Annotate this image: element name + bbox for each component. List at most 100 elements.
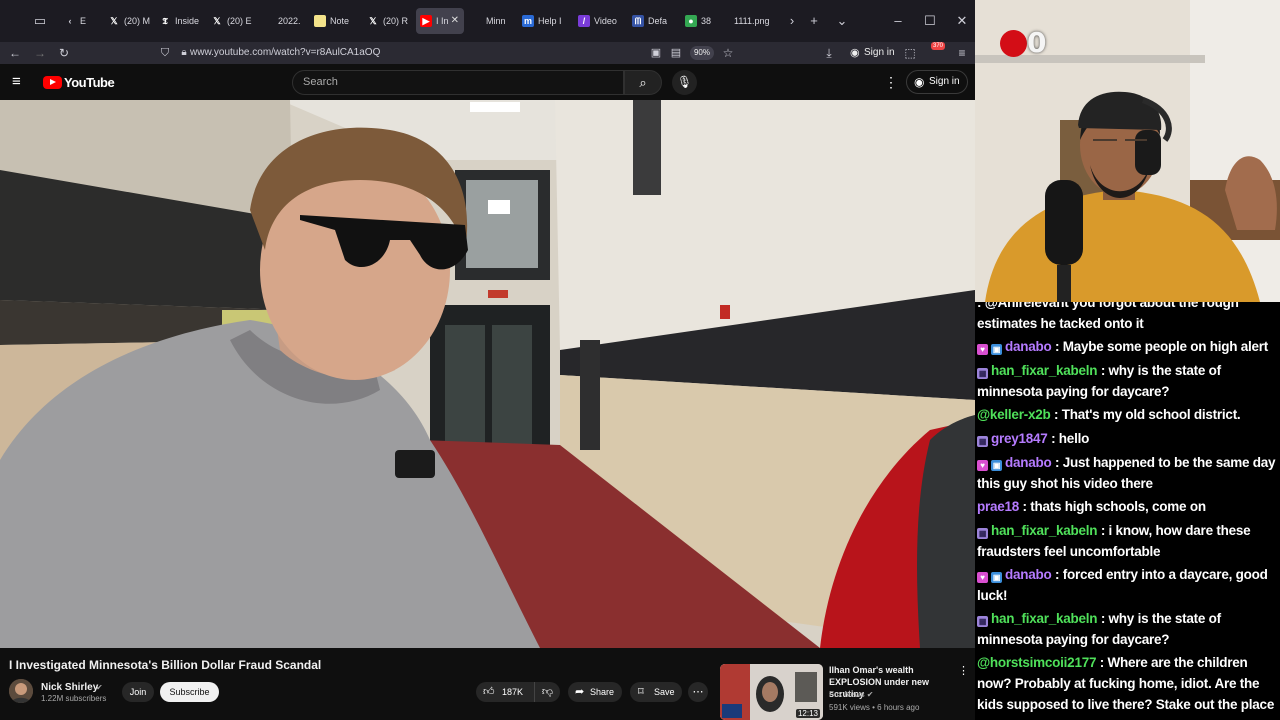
browser-tab[interactable]: 𝕏 (20) M: [104, 8, 152, 34]
sign-in-label: Sign in: [929, 76, 960, 87]
bookmark-icon: ⌑: [638, 686, 644, 698]
browser-tab[interactable]: 1111.png: [714, 8, 778, 34]
member-badge-icon: ▦: [977, 528, 988, 539]
tab-label: Minn: [486, 16, 506, 26]
chat-username[interactable]: grey1847: [991, 431, 1051, 446]
more-actions-button[interactable]: ⋯: [688, 682, 708, 702]
shield-icon[interactable]: ⛉: [156, 44, 174, 62]
browser-account-button[interactable]: ◉ Sign in: [850, 44, 895, 62]
extensions-icon[interactable]: ⬚: [901, 44, 919, 62]
browser-tab[interactable]: 𝕿 Inside: [155, 8, 203, 34]
tab-label: (20) M: [124, 16, 151, 26]
browser-tab[interactable]: / Video: [574, 8, 626, 34]
join-button[interactable]: Join: [122, 682, 154, 702]
maximize-icon[interactable]: ☐: [920, 11, 940, 31]
browser-signin-label: Sign in: [864, 47, 895, 58]
tab-label: I In: [436, 16, 449, 26]
minimize-icon[interactable]: –: [888, 11, 908, 31]
youtube-header: ≡ YouTube Search ⌕ 🎙︎ ⋮ ◉ Sign in: [0, 64, 975, 100]
chat-text: : thats high schools, come on: [1022, 499, 1207, 514]
thumbs-down-icon: 👎︎: [541, 686, 554, 698]
camera-badge-icon: ▣: [991, 460, 1002, 471]
browser-tab[interactable]: ‹ E: [60, 8, 100, 34]
recommended-menu-icon[interactable]: ⋮: [958, 664, 969, 677]
chat-username[interactable]: han_fixar_kabeln: [991, 523, 1101, 538]
video-title: I Investigated Minnesota's Billion Dolla…: [9, 658, 322, 672]
chat-username[interactable]: @horstsimcoii2177: [977, 655, 1100, 670]
browser-tab[interactable]: 2022.: [258, 8, 306, 34]
note-favicon-icon: [314, 15, 326, 27]
save-label: Save: [654, 687, 675, 697]
chat-username[interactable]: danabo: [1005, 567, 1055, 582]
recommended-channel[interactable]: Fox News ✔: [829, 690, 874, 699]
zoom-level[interactable]: 90%: [690, 46, 714, 60]
chat-username[interactable]: han_fixar_kabeln: [991, 363, 1101, 378]
chat-text: : That's my old school district.: [1053, 407, 1241, 422]
browser-tab[interactable]: Note: [310, 8, 360, 34]
close-window-icon[interactable]: ✕: [952, 11, 972, 31]
chat-message: : @Anirelevant you forgot about the roug…: [977, 302, 1277, 334]
reader-view-icon[interactable]: ▤: [667, 44, 685, 62]
tab-label: Note: [330, 16, 350, 26]
tab-overflow-chevron-icon[interactable]: ⌄: [832, 11, 852, 31]
browser-tab[interactable]: 𝕏 (20) E: [207, 8, 255, 34]
picture-in-picture-icon[interactable]: ▣: [647, 44, 665, 62]
subscriber-count: 1.22M subscribers: [41, 694, 107, 703]
dislike-button[interactable]: 👎︎: [534, 682, 560, 702]
subscribe-button[interactable]: Subscribe: [160, 682, 219, 702]
account-icon: ◉: [850, 47, 860, 59]
browser-tab[interactable]: m Help I: [518, 8, 570, 34]
tab-list-icon[interactable]: ▭: [30, 11, 50, 31]
bookmark-star-icon[interactable]: ☆: [719, 44, 737, 62]
chat-username[interactable]: han_fixar_kabeln: [991, 611, 1101, 626]
guide-menu-icon[interactable]: ≡: [12, 73, 30, 91]
like-dislike-group: 👍︎ 187K 👎︎: [476, 682, 560, 702]
share-label: Share: [590, 687, 615, 697]
avatar-image: [9, 679, 33, 703]
share-button[interactable]: ➦ Share: [568, 682, 622, 702]
chat-message: ▦ han_fixar_kabeln : why is the state of …: [977, 360, 1277, 402]
forward-icon[interactable]: →: [31, 44, 49, 62]
youtube-favicon-icon: ▶: [420, 15, 432, 27]
chat-username[interactable]: @keller-x2b: [977, 407, 1054, 422]
search-button[interactable]: ⌕: [624, 70, 662, 95]
downloads-icon[interactable]: ⤓: [820, 44, 838, 62]
browser-tab[interactable]: ᗰ Defa: [628, 8, 678, 34]
save-button[interactable]: ⌑ Save: [630, 682, 682, 702]
tab-label: Inside: [175, 16, 200, 26]
channel-name[interactable]: Nick Shirley: [41, 682, 98, 693]
heart-badge-icon: ♥: [977, 344, 988, 355]
sign-in-button[interactable]: ◉ Sign in: [906, 70, 968, 94]
chat-text: : hello: [1051, 431, 1090, 446]
channel-avatar[interactable]: [9, 679, 33, 703]
nyt-favicon-icon: 𝕿: [162, 16, 168, 26]
browser-tab[interactable]: ▶ I In ✕: [416, 8, 464, 34]
like-button[interactable]: 👍︎ 187K: [476, 682, 531, 702]
address-bar[interactable]: www.youtube.com/watch?v=r8AulCA1aOQ: [190, 44, 690, 62]
tab-label: 1111.png: [734, 16, 770, 26]
chat-text: : @Anirelevant you forgot about the roug…: [977, 302, 1239, 331]
browser-tab[interactable]: 𝕏 (20) R: [363, 8, 413, 34]
heart-badge-icon: ♥: [977, 460, 988, 471]
settings-menu-icon[interactable]: ⋮: [884, 73, 898, 91]
search-input[interactable]: Search: [292, 70, 624, 95]
chat-username[interactable]: danabo: [1005, 339, 1055, 354]
chat-username[interactable]: danabo: [1005, 455, 1055, 470]
close-tab-icon[interactable]: ✕: [451, 8, 459, 34]
recommended-thumbnail[interactable]: 12:13: [720, 664, 823, 720]
chat-message: prae18 : thats high schools, come on: [977, 496, 1277, 517]
voice-search-button[interactable]: 🎙︎: [672, 70, 697, 95]
back-icon[interactable]: ←: [6, 44, 24, 62]
reload-icon[interactable]: ↻: [55, 44, 73, 62]
member-badge-icon: ▦: [977, 436, 988, 447]
youtube-logo-text: YouTube: [64, 75, 115, 90]
tab-scroll-right-icon[interactable]: ›: [782, 11, 802, 31]
video-player[interactable]: [0, 100, 975, 648]
new-tab-icon[interactable]: +: [804, 11, 824, 31]
menu-icon[interactable]: ≡: [953, 44, 971, 62]
chat-username[interactable]: prae18: [977, 499, 1023, 514]
tab-label: (20) R: [383, 16, 409, 26]
tab-label: (20) E: [227, 16, 252, 26]
browser-tab[interactable]: Minn: [466, 8, 514, 34]
browser-tab[interactable]: ● 3804: [681, 8, 711, 34]
